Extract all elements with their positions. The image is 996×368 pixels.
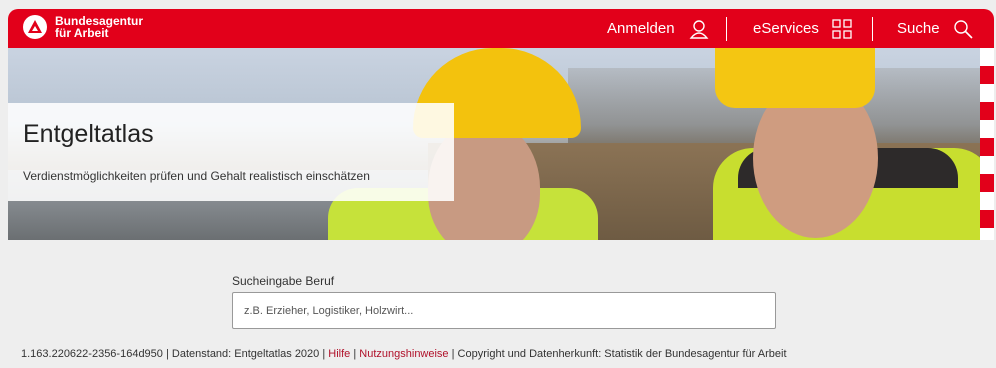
hero-worker-helmet bbox=[715, 48, 875, 108]
search-link[interactable]: Suche bbox=[897, 9, 973, 48]
version-text: 1.163.220622-2356-164d950 bbox=[21, 348, 163, 360]
nav-divider bbox=[872, 17, 873, 41]
grid-icon bbox=[832, 18, 852, 39]
login-link[interactable]: Anmelden bbox=[607, 9, 709, 48]
page-subtitle: Verdienstmöglichkeiten prüfen und Gehalt… bbox=[23, 169, 370, 183]
usage-notes-link[interactable]: Nutzungshinweise bbox=[359, 348, 448, 360]
footer: 1.163.220622-2356-164d950 | Datenstand: … bbox=[21, 348, 787, 360]
occupation-search-input[interactable]: z.B. Erzieher, Logistiker, Holzwirt... bbox=[232, 292, 776, 329]
page-title: Entgeltatlas bbox=[23, 120, 154, 148]
search-icon bbox=[953, 19, 973, 39]
brand-line-2: für Arbeit bbox=[55, 26, 109, 40]
datenstand-text: Datenstand: Entgeltatlas 2020 bbox=[171, 348, 320, 360]
hero-text-box: Entgeltatlas Verdienstmöglichkeiten prüf… bbox=[8, 103, 454, 201]
eservices-label: eServices bbox=[753, 20, 819, 37]
help-link[interactable]: Hilfe bbox=[328, 348, 350, 360]
top-navigation-bar: Bundesagentur für Arbeit Anmelden eServi… bbox=[8, 9, 994, 48]
hero-survey-pole bbox=[980, 48, 994, 240]
eservices-link[interactable]: eServices bbox=[753, 9, 852, 48]
ba-logo-icon[interactable] bbox=[23, 15, 47, 39]
nav-divider bbox=[726, 17, 727, 41]
user-icon bbox=[689, 19, 709, 39]
hero-banner: Entgeltatlas Verdienstmöglichkeiten prüf… bbox=[8, 48, 994, 240]
search-placeholder: z.B. Erzieher, Logistiker, Holzwirt... bbox=[244, 304, 414, 317]
search-nav-label: Suche bbox=[897, 20, 940, 37]
search-field-label: Sucheingabe Beruf bbox=[232, 274, 335, 288]
brand-name[interactable]: Bundesagentur für Arbeit bbox=[55, 15, 143, 39]
copyright-link[interactable]: Copyright und Datenherkunft: Statistik d… bbox=[458, 348, 787, 360]
login-label: Anmelden bbox=[607, 20, 675, 37]
